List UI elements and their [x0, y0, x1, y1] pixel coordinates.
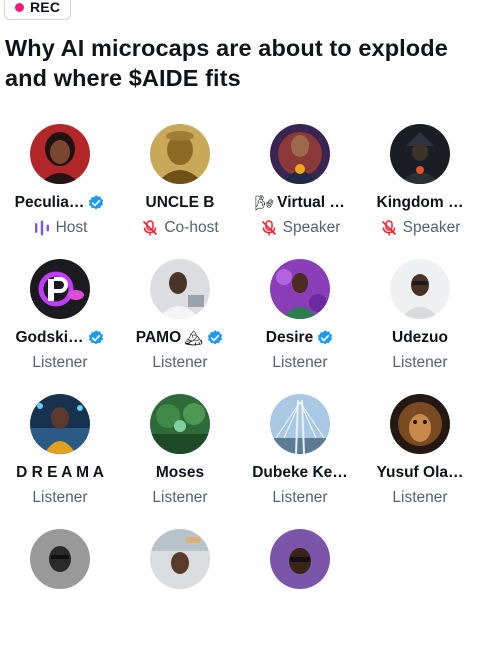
participant-row4-1[interactable] [0, 529, 120, 664]
verified-badge-icon [208, 330, 223, 345]
participant-yusuf[interactable]: Yusuf Ola… Listener [360, 394, 480, 529]
participant-role: Speaker [282, 219, 341, 236]
avatar[interactable] [390, 259, 450, 319]
verified-badge-icon [318, 330, 333, 345]
verified-badge-icon [88, 330, 103, 345]
rec-dot-icon [15, 2, 24, 12]
avatar[interactable] [270, 259, 330, 319]
participant-role: Listener [392, 354, 448, 371]
avatar[interactable] [30, 394, 90, 454]
participant-role: Listener [32, 489, 88, 506]
avatar[interactable] [30, 124, 90, 184]
mic-off-icon [143, 220, 158, 236]
rec-label: REC [30, 0, 61, 15]
participant-name: Virtual … [277, 194, 345, 211]
participant-moses[interactable]: Moses Listener [120, 394, 240, 529]
participant-role: Listener [32, 354, 88, 371]
participant-peculia[interactable]: Peculia… Host [0, 124, 120, 259]
participant-desire[interactable]: Desire Listener [240, 259, 360, 394]
participant-role: Co-host [164, 219, 219, 236]
participant-godski[interactable]: Godski… Listener [0, 259, 120, 394]
avatar[interactable] [30, 259, 90, 319]
participant-name: Udezuo [392, 329, 448, 346]
avatar[interactable] [270, 124, 330, 184]
avatar[interactable] [150, 259, 210, 319]
avatar[interactable] [270, 394, 330, 454]
participant-role: Listener [272, 489, 328, 506]
avatar[interactable] [150, 124, 210, 184]
avatar[interactable] [390, 394, 450, 454]
verified-badge-icon [89, 195, 104, 210]
participant-name: Dubeke Ke… [252, 464, 348, 481]
participant-role: Speaker [402, 219, 461, 236]
participant-name: Yusuf Ola… [376, 464, 464, 481]
participant-name: Moses [155, 464, 205, 481]
participant-uncle-b[interactable]: UNCLE B Co-host [120, 124, 240, 259]
avatar[interactable] [150, 529, 210, 589]
participant-name: Desire [265, 329, 314, 346]
participant-row4-3[interactable] [240, 529, 360, 664]
participant-role: Listener [152, 354, 208, 371]
participant-name: UNCLE B [145, 194, 215, 211]
mountain-emoji: 🏔 [184, 330, 204, 347]
participant-role: Listener [152, 489, 208, 506]
participant-role: Listener [392, 489, 448, 506]
audio-wave-icon [34, 220, 49, 236]
avatar[interactable] [390, 124, 450, 184]
avatar[interactable] [30, 529, 90, 589]
mic-off-icon [381, 220, 396, 236]
avatar[interactable] [150, 394, 210, 454]
space-title: Why AI microcaps are about to explode an… [5, 35, 448, 91]
participant-name: PAMO [135, 329, 182, 346]
participant-name: Godski… [15, 329, 84, 346]
participant-row4-2[interactable] [120, 529, 240, 664]
participant-name: D R E A M A [16, 464, 104, 481]
participant-role: Listener [272, 354, 328, 371]
participant-dubeke[interactable]: Dubeke Ke… Listener [240, 394, 360, 529]
participant-kingdom[interactable]: Kingdom … Speaker [360, 124, 480, 259]
participant-dreama[interactable]: D R E A M A Listener [0, 394, 120, 529]
participant-grid: Peculia… Host UNCLE B Co-host 🌬 Virtual … [0, 124, 481, 664]
participant-name: Kingdom … [376, 194, 464, 211]
participant-pamo[interactable]: PAMO 🏔 Listener [120, 259, 240, 394]
participant-virtual[interactable]: 🌬 Virtual … Speaker [240, 124, 360, 259]
mic-off-icon [261, 220, 276, 236]
participant-role: Host [55, 219, 88, 236]
rec-badge: REC [4, 0, 72, 20]
pinwheel-emoji: 🌬 [255, 195, 275, 212]
avatar[interactable] [270, 529, 330, 589]
participant-udezuo[interactable]: Udezuo Listener [360, 259, 480, 394]
participant-name: Peculia… [14, 194, 85, 211]
